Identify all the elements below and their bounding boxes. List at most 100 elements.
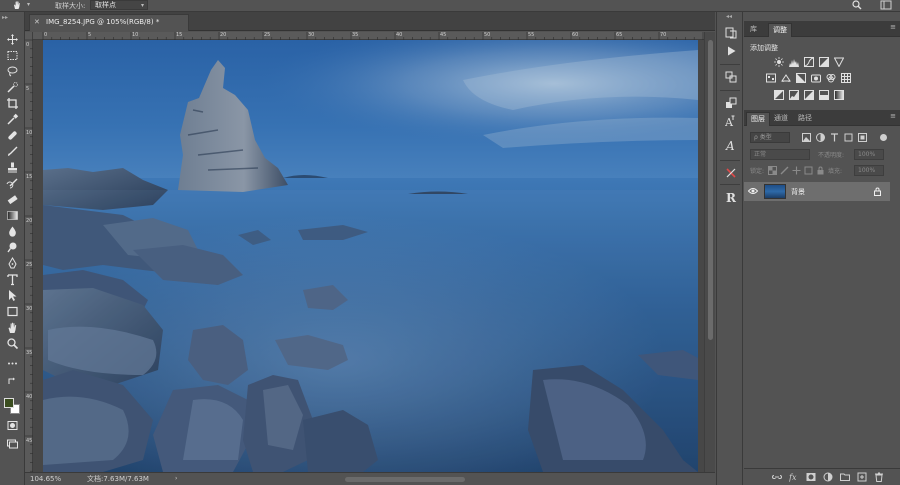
tool-preset-icon[interactable]: [724, 166, 738, 180]
lock-transparent-icon[interactable]: [768, 166, 777, 175]
color-lookup-icon[interactable]: [841, 73, 851, 83]
history-brush-icon[interactable]: [5, 176, 20, 190]
layer-name[interactable]: 背景: [791, 187, 805, 197]
quick-select-icon[interactable]: [5, 80, 20, 94]
3d-icon[interactable]: [724, 70, 738, 84]
posterize-icon[interactable]: [789, 90, 799, 100]
panel-menu-icon[interactable]: ≡: [890, 112, 896, 120]
swatches-icon[interactable]: [724, 96, 738, 110]
layer-row[interactable]: 背景: [744, 182, 890, 201]
brush-icon[interactable]: [5, 144, 20, 158]
selective-color-icon[interactable]: [819, 90, 829, 100]
search-icon[interactable]: [852, 0, 862, 10]
gradient-icon[interactable]: [5, 208, 20, 222]
move-icon[interactable]: [5, 32, 20, 46]
lock-position-icon[interactable]: [792, 166, 801, 175]
status-menu-icon[interactable]: ›: [175, 473, 177, 485]
quick-mask-icon[interactable]: [5, 418, 20, 432]
gradient-map-icon[interactable]: [834, 90, 844, 100]
document-tab[interactable]: ✕ IMG_8254.JPG @ 105%(RGB/8) *: [29, 14, 189, 31]
seascape-photo[interactable]: [43, 40, 698, 472]
close-icon[interactable]: ✕: [34, 15, 40, 30]
channel-mixer-icon[interactable]: [826, 73, 836, 83]
lock-image-icon[interactable]: [780, 166, 789, 175]
eraser-icon[interactable]: [5, 192, 20, 206]
eye-icon[interactable]: [747, 187, 759, 195]
paragraph-glyph-icon[interactable]: A: [724, 138, 738, 152]
swap-colors-icon[interactable]: [5, 374, 20, 388]
rectangle-icon[interactable]: [5, 304, 20, 318]
sample-size-select[interactable]: 取样点 ▾: [90, 0, 148, 10]
threshold-icon[interactable]: [804, 90, 814, 100]
hand-tool-icon[interactable]: [5, 320, 20, 334]
vibrance-icon[interactable]: [833, 57, 845, 68]
path-select-icon[interactable]: [5, 288, 20, 302]
filter-shape-icon[interactable]: [844, 133, 853, 142]
marquee-icon[interactable]: [5, 48, 20, 62]
opacity-input[interactable]: 100%: [854, 149, 884, 160]
hand-icon[interactable]: [12, 0, 22, 10]
crop-icon[interactable]: [5, 96, 20, 110]
color-balance-icon[interactable]: [781, 73, 791, 83]
blend-mode-select[interactable]: 正常: [750, 149, 810, 160]
blur-icon[interactable]: [5, 224, 20, 238]
screen-mode-icon[interactable]: [5, 436, 20, 450]
more-tools-icon[interactable]: [5, 356, 20, 370]
tab-channels[interactable]: 通道: [770, 112, 792, 126]
hue-saturation-icon[interactable]: [766, 73, 776, 83]
vertical-scrollbar[interactable]: [704, 32, 715, 472]
link-layers-icon[interactable]: [772, 472, 782, 482]
pen-icon[interactable]: [5, 256, 20, 270]
dodge-icon[interactable]: [5, 240, 20, 254]
tab-libraries[interactable]: 库: [746, 23, 761, 37]
ruler-vertical[interactable]: 0 5 10 15 20 25 30 35 40 45: [25, 32, 33, 472]
photo-filter-icon[interactable]: [811, 73, 821, 83]
ruler-horizontal[interactable]: 0 5 10 15 20 25 30 35 40 45 50 55 60 65 …: [33, 32, 704, 40]
filter-type-icon[interactable]: [830, 133, 839, 142]
zoom-level[interactable]: 104.65%: [30, 473, 61, 485]
layer-kind-filter[interactable]: ρ 类型: [750, 132, 790, 143]
foreground-color-swatch[interactable]: [4, 398, 14, 408]
brightness-icon[interactable]: [774, 57, 784, 67]
exposure-icon[interactable]: [819, 57, 829, 67]
panel-menu-icon[interactable]: ≡: [890, 23, 896, 31]
actions-play-icon[interactable]: [724, 44, 738, 58]
eyedropper-icon[interactable]: [5, 112, 20, 126]
layer-style-icon[interactable]: fx: [789, 472, 799, 482]
invert-icon[interactable]: [774, 90, 784, 100]
lock-fill-row: 锁定: 填充: 100%: [744, 164, 900, 178]
collapse-icon[interactable]: ◂◂: [726, 13, 732, 20]
horizontal-scrollbar-thumb[interactable]: [345, 477, 465, 482]
new-layer-icon[interactable]: [857, 472, 867, 482]
lasso-icon[interactable]: [5, 64, 20, 78]
lock-all-icon[interactable]: [816, 166, 825, 175]
lock-artboard-icon[interactable]: [804, 166, 813, 175]
filter-pixel-icon[interactable]: [802, 133, 811, 142]
tab-adjustments[interactable]: 调整: [768, 23, 792, 37]
tab-layers[interactable]: 图层: [746, 112, 770, 126]
filter-adjustment-icon[interactable]: [816, 133, 825, 142]
delete-layer-icon[interactable]: [874, 472, 884, 482]
collapse-icon[interactable]: ▸▸: [2, 14, 8, 21]
history-icon[interactable]: [724, 26, 738, 40]
clone-stamp-icon[interactable]: [5, 160, 20, 174]
black-white-icon[interactable]: [796, 73, 806, 83]
levels-icon[interactable]: [789, 57, 799, 67]
filter-smart-object-icon[interactable]: [858, 133, 867, 142]
workspace-icon[interactable]: [880, 0, 892, 10]
filter-toggle-icon[interactable]: [879, 133, 888, 142]
scrollbar-thumb[interactable]: [708, 40, 713, 340]
new-adjustment-layer-icon[interactable]: [823, 472, 833, 482]
add-mask-icon[interactable]: [806, 472, 816, 482]
curves-icon[interactable]: [804, 57, 814, 67]
character-icon[interactable]: A: [724, 114, 738, 128]
document-canvas[interactable]: [33, 40, 704, 472]
chevron-down-icon[interactable]: ▾: [27, 1, 30, 8]
plugin-r-icon[interactable]: R: [724, 190, 738, 204]
healing-icon[interactable]: [5, 128, 20, 142]
fill-input[interactable]: 100%: [854, 165, 884, 176]
tab-paths[interactable]: 路径: [794, 112, 816, 126]
new-group-icon[interactable]: [840, 472, 850, 482]
type-icon[interactable]: [5, 272, 20, 286]
zoom-icon[interactable]: [5, 336, 20, 350]
